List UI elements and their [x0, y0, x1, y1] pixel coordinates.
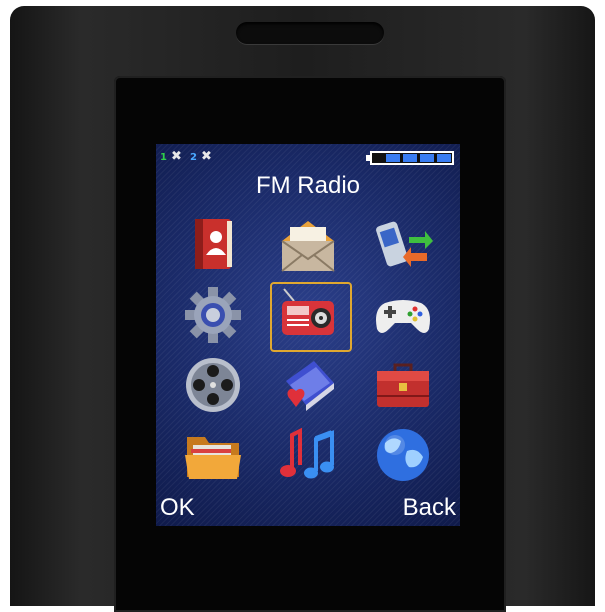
- menu-item-internet[interactable]: [355, 420, 450, 490]
- menu-item-file-manager[interactable]: [166, 420, 261, 490]
- notebook-heart-icon: [285, 361, 334, 411]
- envelope-icon: [281, 221, 335, 272]
- earpiece: [236, 22, 384, 44]
- menu-item-music[interactable]: [261, 420, 356, 490]
- menu-item-games[interactable]: [355, 280, 450, 350]
- no-signal-x-icon: ✖: [201, 149, 212, 164]
- toolbox-icon: [376, 363, 429, 407]
- menu-item-fm-radio[interactable]: [261, 280, 356, 352]
- globe-icon: [376, 429, 429, 481]
- menu-item-settings[interactable]: [166, 280, 261, 350]
- menu-item-toolbox[interactable]: [355, 350, 450, 420]
- no-signal-x-icon: ✖: [171, 149, 182, 164]
- status-bar: 1 ✖ 2 ✖: [156, 149, 460, 166]
- sim2-indicator: 2: [190, 152, 197, 163]
- gear-icon: [185, 287, 242, 343]
- ok-softkey[interactable]: OK: [160, 494, 195, 522]
- radio-icon: [281, 288, 334, 335]
- menu-title: FM Radio: [255, 172, 361, 199]
- menu-item-multimedia[interactable]: [166, 350, 261, 420]
- folder-icon: [185, 437, 242, 479]
- menu-item-organizer[interactable]: [261, 350, 356, 420]
- sim1-indicator: 1: [160, 152, 167, 163]
- menu-item-messages[interactable]: [261, 210, 356, 280]
- phone-screen: 1 ✖ 2 ✖ FM Radio OK Back: [156, 144, 460, 526]
- film-reel-icon: [186, 358, 241, 412]
- menu-item-phonebook[interactable]: [166, 210, 261, 280]
- gamepad-icon: [375, 300, 430, 333]
- battery-full-icon: [366, 151, 454, 165]
- menu-item-call-center[interactable]: [355, 210, 450, 280]
- call-log-icon: [375, 221, 433, 267]
- phonebook-icon: [195, 219, 233, 269]
- back-softkey[interactable]: Back: [403, 494, 456, 522]
- music-notes-icon: [279, 427, 334, 479]
- main-menu-grid: [166, 210, 450, 490]
